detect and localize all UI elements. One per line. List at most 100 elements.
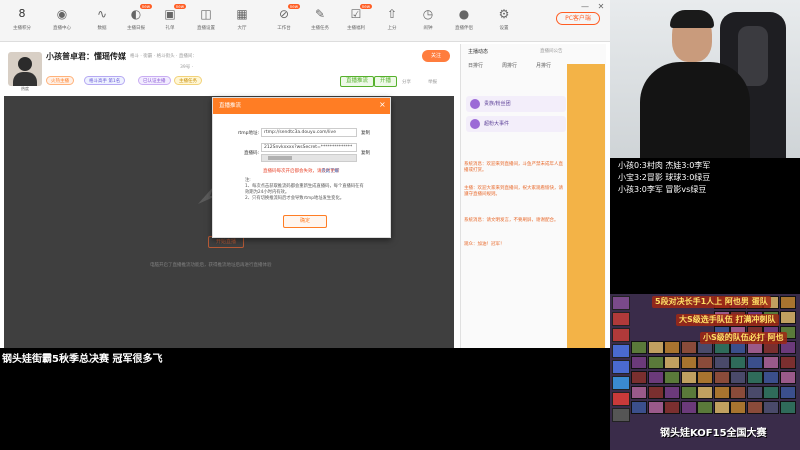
tab-day[interactable]: 日排行 xyxy=(468,62,483,69)
nav-score-up[interactable]: ⇧ 上分 xyxy=(374,4,410,38)
nav-hall[interactable]: ▦ 大厅 xyxy=(224,4,260,38)
rank-tabs: 日排行 周排行 月排行 xyxy=(468,62,568,72)
stream-key-scrollbar[interactable] xyxy=(261,154,357,162)
sidebar-item-noble[interactable]: 贵族/粉丝团 xyxy=(466,96,566,112)
lineup-cell xyxy=(612,408,630,422)
team-banner-3: 小S级的队伍必打 阿也 xyxy=(700,332,787,344)
tab-week[interactable]: 周排行 xyxy=(502,62,517,69)
notes-block: 注: 1、每次点击获取推流码都会重新生成直播码，每个直播码在有效期为24小时内有… xyxy=(245,178,367,202)
follow-button[interactable]: 关注 xyxy=(422,50,450,62)
kof-tournament-title: 钢头娃KOF15全国大赛 xyxy=(660,428,767,439)
nav-gift-list[interactable]: ▣ 礼单 new xyxy=(152,4,188,38)
nav-alarm[interactable]: ◷ 闹钟 xyxy=(410,4,446,38)
event-title: 钢头娃街霸5秋季总决赛 冠军很多飞 xyxy=(2,354,163,365)
gear-icon: ⚙ xyxy=(498,7,510,21)
tag-verified[interactable]: 已认证主播 xyxy=(138,76,171,85)
clock-icon: ◷ xyxy=(422,7,434,21)
stream-key-field[interactable]: 212Snvkxxxx?wsSecret=************** xyxy=(261,143,357,152)
report-link[interactable]: 举报 xyxy=(428,79,437,85)
lineup-cell xyxy=(612,312,630,326)
share-link[interactable]: 分享 xyxy=(402,79,411,85)
fighter-portrait xyxy=(779,386,796,399)
score-line-1: 小孩0:3村肉 杰娃3:0李军 xyxy=(618,161,711,170)
fighter-portrait xyxy=(680,356,697,369)
lineup-cell xyxy=(612,328,630,342)
chart-icon: ◐ xyxy=(130,7,142,21)
sidebar-sub[interactable]: 直播间公告 xyxy=(540,48,563,54)
avatar[interactable] xyxy=(8,52,42,86)
chat-message: 主播：欢迎大家来到直播间，祝大家观看愉快，请遵守直播间规则。 xyxy=(464,186,563,197)
fighter-portrait xyxy=(680,401,697,414)
nav-settings[interactable]: ⚙ 设置 xyxy=(486,4,522,38)
nav-live-center[interactable]: ◉ 直播中心 xyxy=(44,4,80,38)
new-badge: new xyxy=(173,4,186,9)
chat-message: 观众：加油！冠军！ xyxy=(464,242,505,247)
nav-live-settings[interactable]: ◫ 直播设置 xyxy=(188,4,224,38)
tv-icon: ◫ xyxy=(200,7,212,21)
sidebar-item-event[interactable]: 超粉大事件 xyxy=(466,116,566,132)
room-title: 小孩普卓君：懂瑶传媒 xyxy=(46,52,126,61)
task-icon: ✎ xyxy=(314,7,326,21)
go-live-button[interactable]: 开播 xyxy=(374,76,398,87)
lineup-cell xyxy=(612,296,630,310)
fighter-portrait xyxy=(730,386,746,399)
fighter-portrait xyxy=(631,401,647,414)
learn-more-link[interactable]: 点此了解 xyxy=(321,168,339,174)
rtmp-label: rtmp地址: xyxy=(237,131,259,136)
fighter-portrait xyxy=(779,401,796,414)
pc-client-button[interactable]: PC客户端 xyxy=(556,12,600,25)
rtmp-address-field[interactable]: rtmp://sendtc3a.douyu.com/live xyxy=(261,128,357,137)
fighter-portrait xyxy=(680,371,697,384)
nav-companion[interactable]: ● 直播伴侣 xyxy=(446,4,482,38)
window-minimize-button[interactable]: — xyxy=(580,2,590,12)
tab-month[interactable]: 月排行 xyxy=(536,62,551,69)
fighter-portrait xyxy=(730,401,746,414)
fighter-portrait xyxy=(779,296,796,309)
tag-tasks[interactable]: 主播任务 xyxy=(174,76,202,85)
score-line-2: 小宝3:2冒影 球球3:0绿豆 xyxy=(618,173,711,182)
gift-icon: ▣ xyxy=(164,7,176,21)
nav-anchor-tasks[interactable]: ✎ 主播任务 xyxy=(302,4,338,38)
confirm-button[interactable]: 确定 xyxy=(283,215,327,228)
fighter-portrait xyxy=(647,386,664,399)
lineup-cell xyxy=(612,344,630,358)
gift-promo-banner[interactable] xyxy=(567,64,605,348)
nav-anchor-welfare[interactable]: ☑ 主播福利 new xyxy=(338,4,374,38)
sidebar-header: 主播动态 xyxy=(468,49,489,55)
fighter-portrait xyxy=(664,341,680,354)
fighter-portrait xyxy=(713,356,730,369)
new-badge: new xyxy=(287,4,300,9)
nav-anchor-points[interactable]: 8 主播积分 xyxy=(4,4,40,38)
copy-rtmp-button[interactable]: 复制 xyxy=(361,130,370,136)
fighter-portrait xyxy=(697,401,713,414)
nav-data[interactable]: ∿ 数据 xyxy=(84,4,120,38)
lineup-cell xyxy=(612,360,630,374)
note-2: 2、只有切换推流码后才会导致rtmp地址发生变化。 xyxy=(245,196,345,201)
fighter-portrait xyxy=(779,356,796,369)
chair-detail xyxy=(738,26,768,86)
copy-stream-key-button[interactable]: 复制 xyxy=(361,150,370,156)
fighter-portrait xyxy=(631,386,647,399)
nav-workbench[interactable]: ⊘ 工作台 new xyxy=(266,4,302,38)
points-counter: 8 xyxy=(18,7,26,20)
note-1: 1、每次点击获取推流码都会重新生成直播码，每个直播码在有效期为24小时内有效。 xyxy=(245,184,364,195)
lineup-column xyxy=(612,296,630,450)
tool-icon: ⊘ xyxy=(278,7,290,21)
chat-message: 系统消息：欢迎来到直播间，斗鱼严禁未成年人直播或打赏。 xyxy=(464,162,563,173)
fighter-portrait xyxy=(713,371,730,384)
window-close-button[interactable]: ✕ xyxy=(596,2,606,12)
fighter-portrait xyxy=(631,356,647,369)
fighter-portrait xyxy=(763,371,779,384)
nav-daily-report[interactable]: ◐ 主播日报 new xyxy=(118,4,154,38)
stream-push-button[interactable]: 直播推流 xyxy=(340,76,375,87)
chat-area[interactable]: 系统消息：欢迎来到直播间，斗鱼严禁未成年人直播或打赏。 主播：欢迎大家来到直播间… xyxy=(464,162,564,348)
dialog-close-button[interactable]: × xyxy=(379,100,386,110)
team-banner-2: 大S级选手队伍 打满冲刺队 xyxy=(676,314,779,326)
tag-hot[interactable]: 火热主播 xyxy=(46,76,74,85)
fighter-portrait xyxy=(730,356,746,369)
score-line-3: 小孩3:0李军 冒影vs绿豆 xyxy=(618,185,707,194)
lineup-cell xyxy=(612,376,630,390)
fighter-portrait xyxy=(680,386,697,399)
fighter-portrait xyxy=(697,356,713,369)
tag-rank[interactable]: 格斗高手 第1名 xyxy=(84,76,126,85)
